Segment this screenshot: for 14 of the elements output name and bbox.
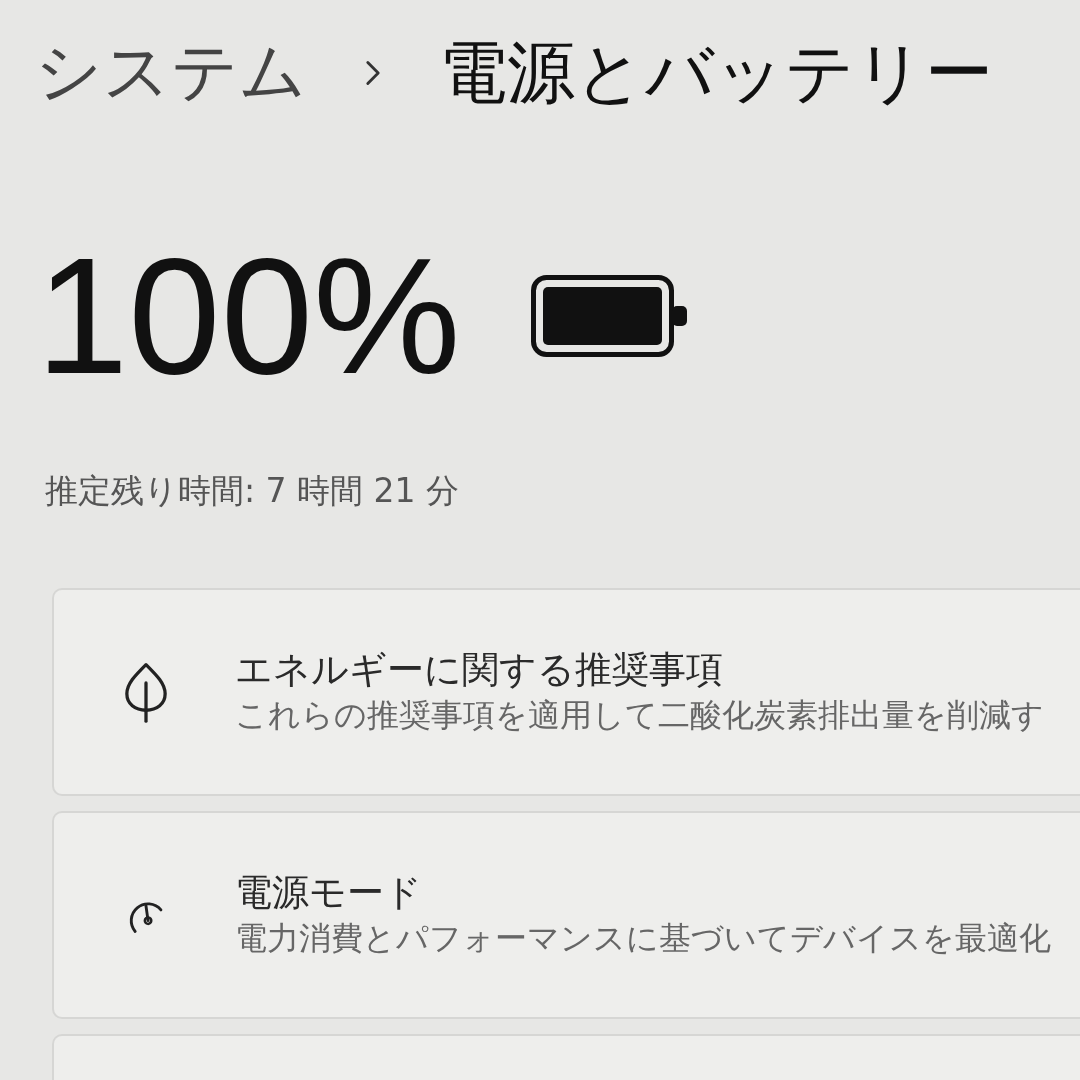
breadcrumb-link[interactable]: システム xyxy=(35,31,307,114)
setting-title: エネルギーに関する推奨事項 xyxy=(235,646,724,693)
settings-card[interactable] xyxy=(52,1033,1080,1080)
chevron-right-icon xyxy=(365,59,381,86)
battery-percentage: 100% xyxy=(36,233,461,399)
leaf-icon xyxy=(122,660,170,723)
page-title: 電源とバッテリー xyxy=(439,32,993,114)
battery-icon xyxy=(530,275,689,357)
setting-description: これらの推奨事項を適用して二酸化炭素排出量を削減す xyxy=(235,695,1044,737)
settings-card[interactable]: エネルギーに関する推奨事項 これらの推奨事項を適用して二酸化炭素排出量を削減す xyxy=(52,587,1080,796)
setting-title: 電源モード xyxy=(235,869,423,916)
settings-card[interactable]: 電源モード 電力消費とパフォーマンスに基づいてデバイスを最適化 xyxy=(52,810,1080,1019)
setting-description: 電力消費とパフォーマンスに基づいてデバイスを最適化 xyxy=(235,918,1051,960)
battery-time-estimate: 推定残り時間: 7 時間 21 分 xyxy=(45,471,460,511)
